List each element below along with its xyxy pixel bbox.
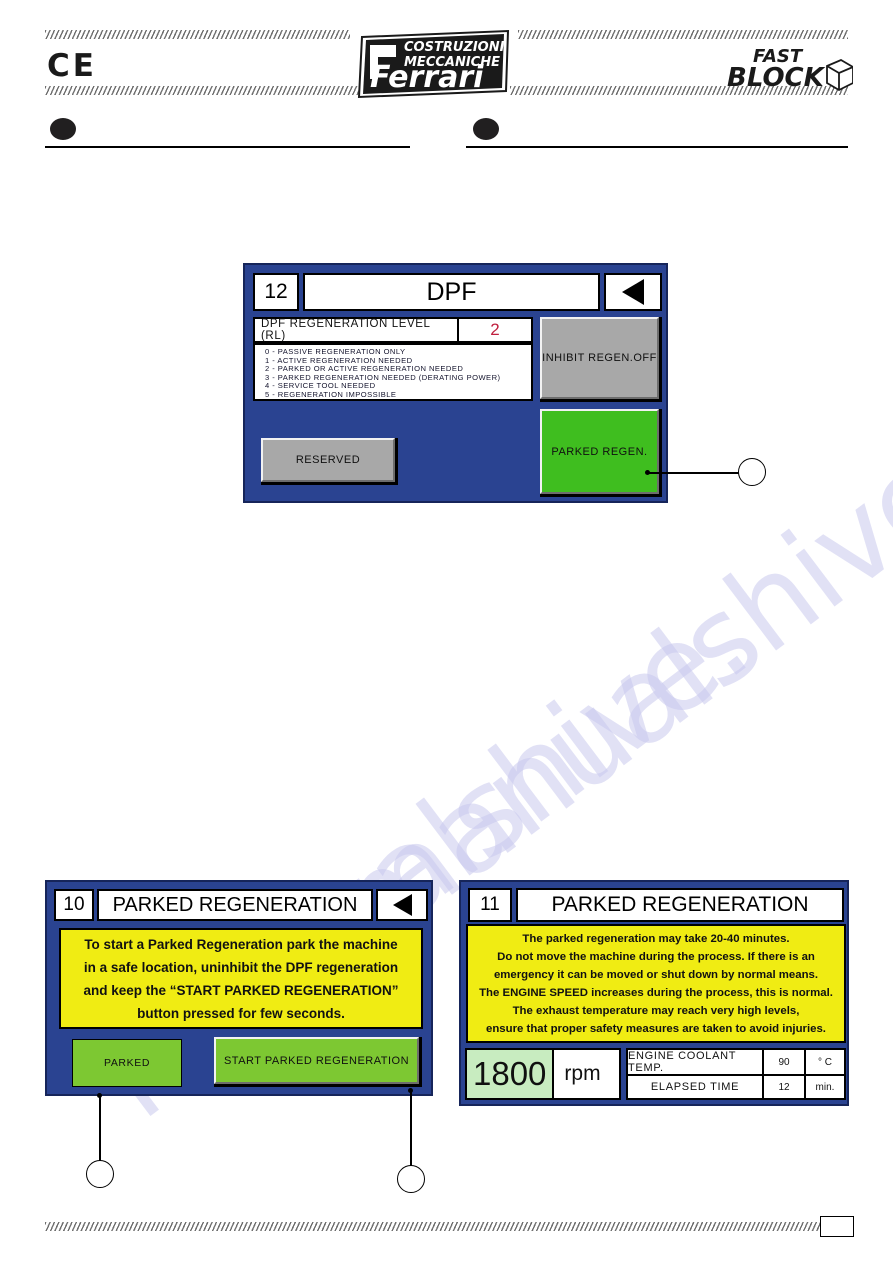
language-marker-right [473,118,499,140]
notice-line: To start a Parked Regeneration park the … [84,936,398,952]
svg-text:BLOCK: BLOCK [727,63,826,93]
parked-regen-label: PARKED REGEN. [540,409,659,494]
callout-anchor-dot [97,1093,102,1098]
callout-marker [397,1165,425,1193]
notice-line: The parked regeneration may take 20-40 m… [522,932,790,945]
dpf-screen-title: DPF [303,273,600,311]
coolant-temp-label: ENGINE COOLANT TEMP. [628,1050,764,1074]
callout-anchor-dot [645,470,650,475]
dpf-level-legend: 0 - PASSIVE REGENERATION ONLY 1 - ACTIVE… [253,343,533,401]
elapsed-time-label: ELAPSED TIME [628,1076,764,1098]
header-hatch-top [45,30,350,39]
engine-speed-readout: 1800 rpm [465,1048,621,1100]
parked-status-button[interactable]: PARKED [72,1039,182,1087]
start-parked-regeneration-label: START PARKED REGENERATION [214,1037,419,1084]
coolant-temp-value: 90 [764,1050,806,1074]
inhibit-regen-label: INHIBIT REGEN.OFF [540,317,659,399]
callout-anchor-dot [408,1088,413,1093]
screen-dpf[interactable]: 12 DPF DPF REGENERATION LEVEL (RL) 2 0 -… [243,263,668,503]
engine-speed-unit: rpm [564,1062,601,1085]
svg-text:COSTRUZIONI: COSTRUZIONI [404,40,505,55]
reserved-label: RESERVED [261,438,395,482]
screen11-notice: The parked regeneration may take 20-40 m… [466,924,846,1043]
svg-text:Ferrari: Ferrari [370,60,484,95]
callout-marker [86,1160,114,1188]
triangle-left-icon [392,894,412,916]
notice-line: The exhaust temperature may reach very h… [512,1004,800,1017]
legend-item: 5 - REGENERATION IMPOSSIBLE [265,389,397,399]
dpf-regeneration-level-row: DPF REGENERATION LEVEL (RL) 2 [253,317,533,343]
notice-line: button pressed for few seconds. [137,1005,345,1021]
notice-line: Do not move the machine during the proce… [497,950,815,963]
dpf-title-bar: 12 DPF [253,273,662,311]
back-button[interactable] [604,273,662,311]
screen10-title-bar: 10 PARKED REGENERATION [54,889,428,921]
screen10-title: PARKED REGENERATION [97,889,373,921]
ce-mark-icon: CE [47,48,97,84]
table-row: ELAPSED TIME 12 min. [628,1074,844,1098]
header-rule-left [45,146,410,148]
screen11-title: PARKED REGENERATION [516,888,844,922]
language-marker-left [50,118,76,140]
parked-regen-button[interactable]: PARKED REGEN. [540,409,662,497]
notice-line: The ENGINE SPEED increases during the pr… [479,986,833,999]
ferrari-logo: COSTRUZIONI MECCANICHE Ferrari [357,29,510,99]
notice-line: and keep the “START PARKED REGENERATION” [83,982,399,998]
screen11-title-bar: 11 PARKED REGENERATION [468,888,844,922]
engine-speed-value: 1800 [467,1050,555,1098]
start-parked-regeneration-button[interactable]: START PARKED REGENERATION [214,1037,422,1087]
header-rule-right [466,146,848,148]
reserved-button[interactable]: RESERVED [261,438,398,485]
callout-marker [738,458,766,486]
dpf-regeneration-level-value: 2 [490,320,500,339]
screen10-number: 10 [54,889,94,921]
parked-status-label: PARKED [104,1057,150,1069]
inhibit-regen-button[interactable]: INHIBIT REGEN.OFF [540,317,662,402]
coolant-temp-unit: ° C [818,1056,832,1068]
back-button[interactable] [376,889,428,921]
dpf-screen-number: 12 [253,273,299,311]
screen11-number: 11 [468,888,512,922]
footer-hatch [45,1222,850,1231]
triangle-left-icon [622,279,644,305]
callout-leader-line [647,472,740,474]
notice-line: in a safe location, uninhibit the DPF re… [83,959,399,975]
screen-parked-regeneration-11[interactable]: 11 PARKED REGENERATION The parked regene… [459,880,849,1106]
elapsed-time-value: 12 [764,1076,806,1098]
fastblock-logo: FAST BLOCK [727,46,853,93]
screen10-notice: To start a Parked Regeneration park the … [59,928,423,1029]
notice-line: emergency it can be moved or shut down b… [493,968,819,981]
dpf-regeneration-level-label: DPF REGENERATION LEVEL (RL) [255,318,459,342]
table-row: ENGINE COOLANT TEMP. 90 ° C [628,1050,844,1074]
notice-line: ensure that proper safety measures are t… [486,1022,826,1035]
page-number-box [820,1216,854,1237]
header-hatch-bottom [45,86,365,95]
metrics-table: ENGINE COOLANT TEMP. 90 ° C ELAPSED TIME… [626,1048,846,1100]
elapsed-time-unit: min. [815,1081,835,1093]
screen-parked-regeneration-10[interactable]: 10 PARKED REGENERATION To start a Parked… [45,880,433,1096]
